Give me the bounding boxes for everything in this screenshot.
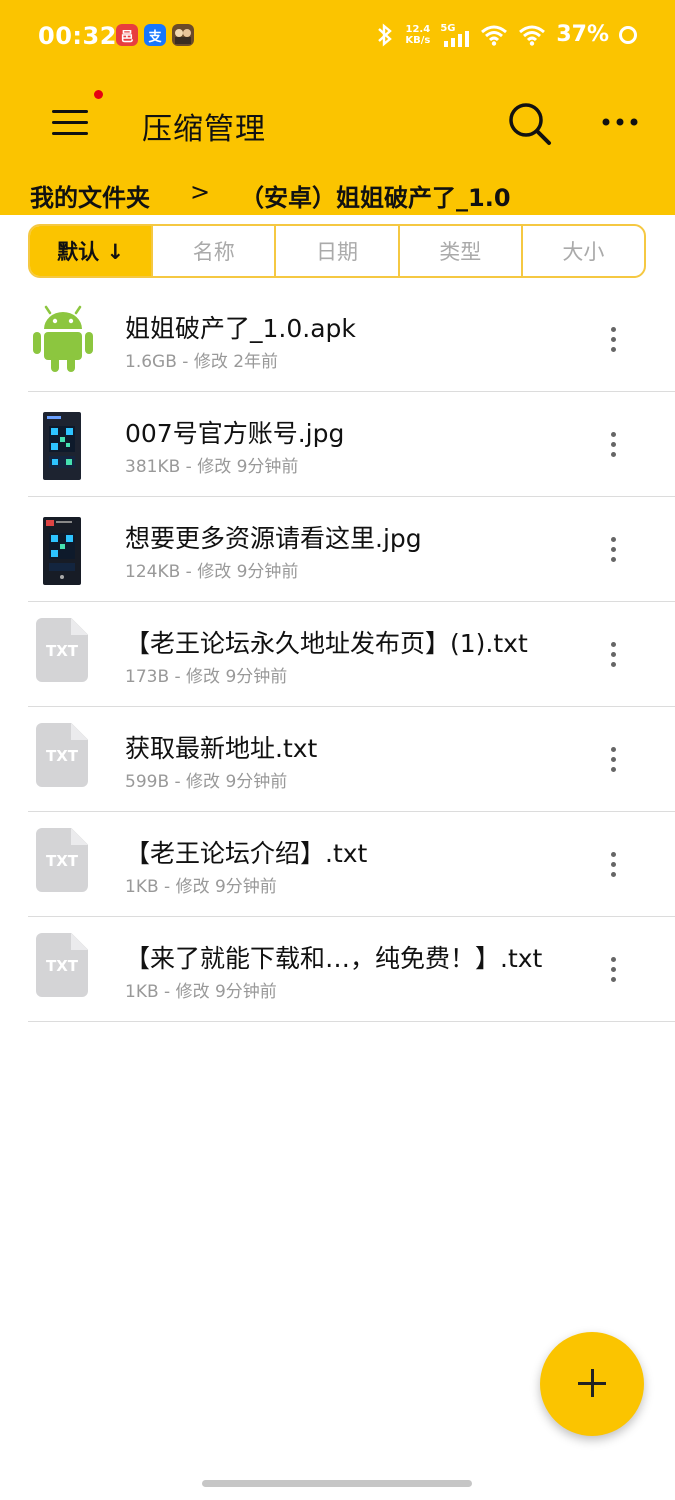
file-name: 【老王论坛永久地址发布页】(1).txt — [125, 629, 528, 658]
app-header: 00:32 邑 支 12.4 KB/s 5G 37% 压缩管理 我的文件夹 > … — [0, 0, 675, 215]
breadcrumb: 我的文件夹 > （安卓）姐姐破产了_1.0 — [0, 172, 675, 215]
status-bar: 00:32 邑 支 12.4 KB/s 5G 37% — [0, 0, 675, 72]
file-meta: 381KB - 修改 9分钟前 — [125, 457, 299, 477]
search-button[interactable] — [504, 98, 556, 150]
txt-label: TXT — [45, 957, 79, 975]
file-name: 想要更多资源请看这里.jpg — [125, 524, 422, 553]
image-thumbnail — [28, 511, 98, 587]
more-horizontal-icon — [602, 118, 638, 126]
file-meta: 173B - 修改 9分钟前 — [125, 667, 288, 687]
plus-icon-vertical — [591, 1369, 594, 1397]
txt-label: TXT — [45, 852, 79, 870]
txt-file-icon: TXT — [28, 721, 98, 797]
notification-dot — [94, 90, 103, 99]
game-app-icon — [172, 24, 194, 46]
more-vertical-icon[interactable] — [598, 844, 628, 884]
file-name: 姐姐破产了_1.0.apk — [125, 314, 356, 343]
menu-icon-bar — [52, 132, 88, 135]
more-vertical-icon[interactable] — [598, 949, 628, 989]
image-thumbnail — [28, 406, 98, 482]
sort-tab-date[interactable]: 日期 — [276, 226, 400, 276]
more-vertical-icon[interactable] — [598, 424, 628, 464]
file-meta: 1.6GB - 修改 2年前 — [125, 352, 279, 372]
file-meta: 599B - 修改 9分钟前 — [125, 772, 288, 792]
chevron-right-icon: > — [190, 178, 211, 206]
more-vertical-icon[interactable] — [598, 739, 628, 779]
status-indicators: 12.4 KB/s 5G 37% — [375, 22, 637, 47]
sort-tab-default[interactable]: 默认 ↓ — [30, 226, 154, 276]
file-row[interactable]: 姐姐破产了_1.0.apk 1.6GB - 修改 2年前 — [28, 287, 675, 392]
toolbar: 压缩管理 — [0, 72, 675, 172]
sort-tab-size[interactable]: 大小 — [523, 226, 644, 276]
file-row[interactable]: TXT 【老王论坛永久地址发布页】(1).txt 173B - 修改 9分钟前 — [28, 602, 675, 707]
more-vertical-icon[interactable] — [598, 634, 628, 674]
menu-icon-bar — [52, 121, 88, 124]
menu-icon — [52, 110, 88, 113]
file-row[interactable]: 007号官方账号.jpg 381KB - 修改 9分钟前 — [28, 392, 675, 497]
sort-tab-type[interactable]: 类型 — [400, 226, 523, 276]
sort-tabs: 默认 ↓ 名称 日期 类型 大小 — [28, 224, 646, 278]
more-vertical-icon[interactable] — [598, 319, 628, 359]
menu-button[interactable] — [46, 90, 103, 144]
pinduoduo-icon: 邑 — [116, 24, 138, 46]
file-name: 获取最新地址.txt — [125, 734, 318, 763]
file-name: 【来了就能下载和…，纯免费！】.txt — [125, 944, 543, 973]
file-list: 姐姐破产了_1.0.apk 1.6GB - 修改 2年前 007号官方账号.jp… — [0, 287, 675, 1022]
more-options-button[interactable] — [596, 98, 648, 150]
txt-file-icon: TXT — [28, 616, 98, 692]
signal-bars-icon — [444, 30, 470, 47]
page-title: 压缩管理 — [142, 112, 266, 147]
txt-label: TXT — [45, 747, 79, 765]
file-name: 007号官方账号.jpg — [125, 419, 345, 448]
file-row[interactable]: 想要更多资源请看这里.jpg 124KB - 修改 9分钟前 — [28, 497, 675, 602]
add-button[interactable] — [540, 1332, 644, 1436]
file-row[interactable]: TXT 【来了就能下载和…，纯免费！】.txt 1KB - 修改 9分钟前 — [28, 917, 675, 1022]
home-indicator[interactable] — [202, 1480, 472, 1487]
breadcrumb-root[interactable]: 我的文件夹 — [30, 178, 150, 213]
battery-icon — [619, 25, 637, 44]
file-name: 【老王论坛介绍】.txt — [125, 839, 368, 868]
net-speed-value: 12.4 — [405, 23, 431, 35]
cellular-signal: 5G — [440, 23, 470, 47]
wifi-icon — [481, 25, 508, 46]
txt-label: TXT — [45, 642, 79, 660]
txt-file-icon: TXT — [28, 826, 98, 902]
alipay-icon: 支 — [144, 24, 166, 46]
status-time: 00:32 — [38, 22, 117, 50]
net-speed-unit: KB/s — [405, 34, 431, 46]
battery-percent: 37% — [556, 22, 609, 47]
file-meta: 1KB - 修改 9分钟前 — [125, 982, 277, 1002]
wifi-icon-secondary — [519, 25, 546, 46]
file-meta: 1KB - 修改 9分钟前 — [125, 877, 277, 897]
file-row[interactable]: TXT 获取最新地址.txt 599B - 修改 9分钟前 — [28, 707, 675, 812]
txt-file-icon: TXT — [28, 931, 98, 1007]
search-icon — [509, 103, 551, 145]
sort-tab-name[interactable]: 名称 — [153, 226, 277, 276]
bluetooth-icon — [378, 22, 393, 47]
file-meta: 124KB - 修改 9分钟前 — [125, 562, 299, 582]
breadcrumb-current[interactable]: （安卓）姐姐破产了_1.0 — [240, 178, 511, 213]
more-vertical-icon[interactable] — [598, 529, 628, 569]
net-speed: 12.4 KB/s — [405, 24, 430, 46]
android-icon — [28, 301, 98, 377]
file-row[interactable]: TXT 【老王论坛介绍】.txt 1KB - 修改 9分钟前 — [28, 812, 675, 917]
